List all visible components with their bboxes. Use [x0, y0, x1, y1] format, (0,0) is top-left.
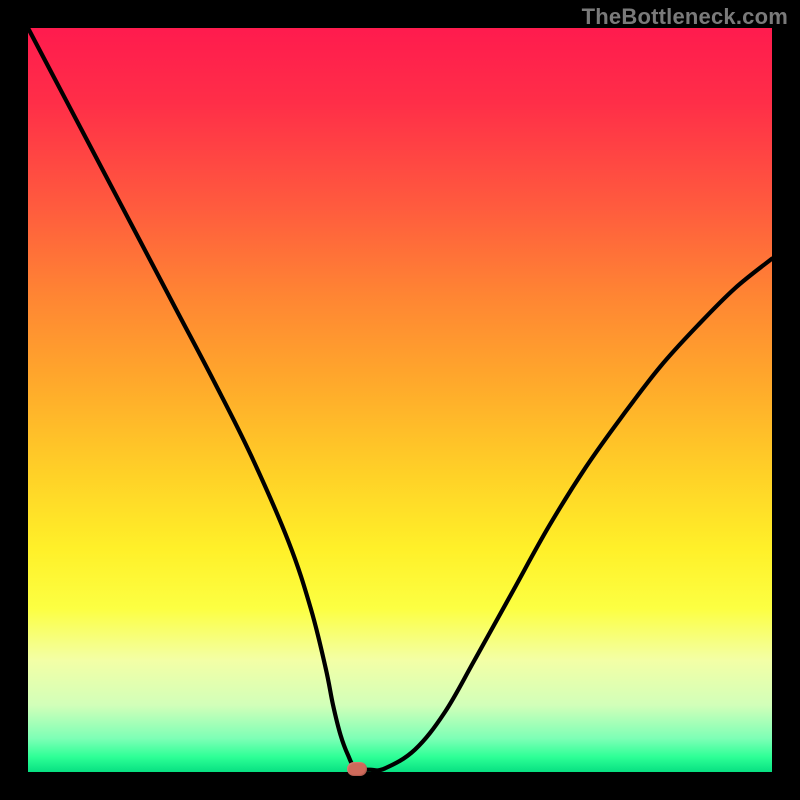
optimal-point-marker: [347, 762, 367, 776]
chart-plot-area: [28, 28, 772, 772]
bottleneck-curve: [28, 28, 772, 772]
watermark-label: TheBottleneck.com: [582, 4, 788, 30]
